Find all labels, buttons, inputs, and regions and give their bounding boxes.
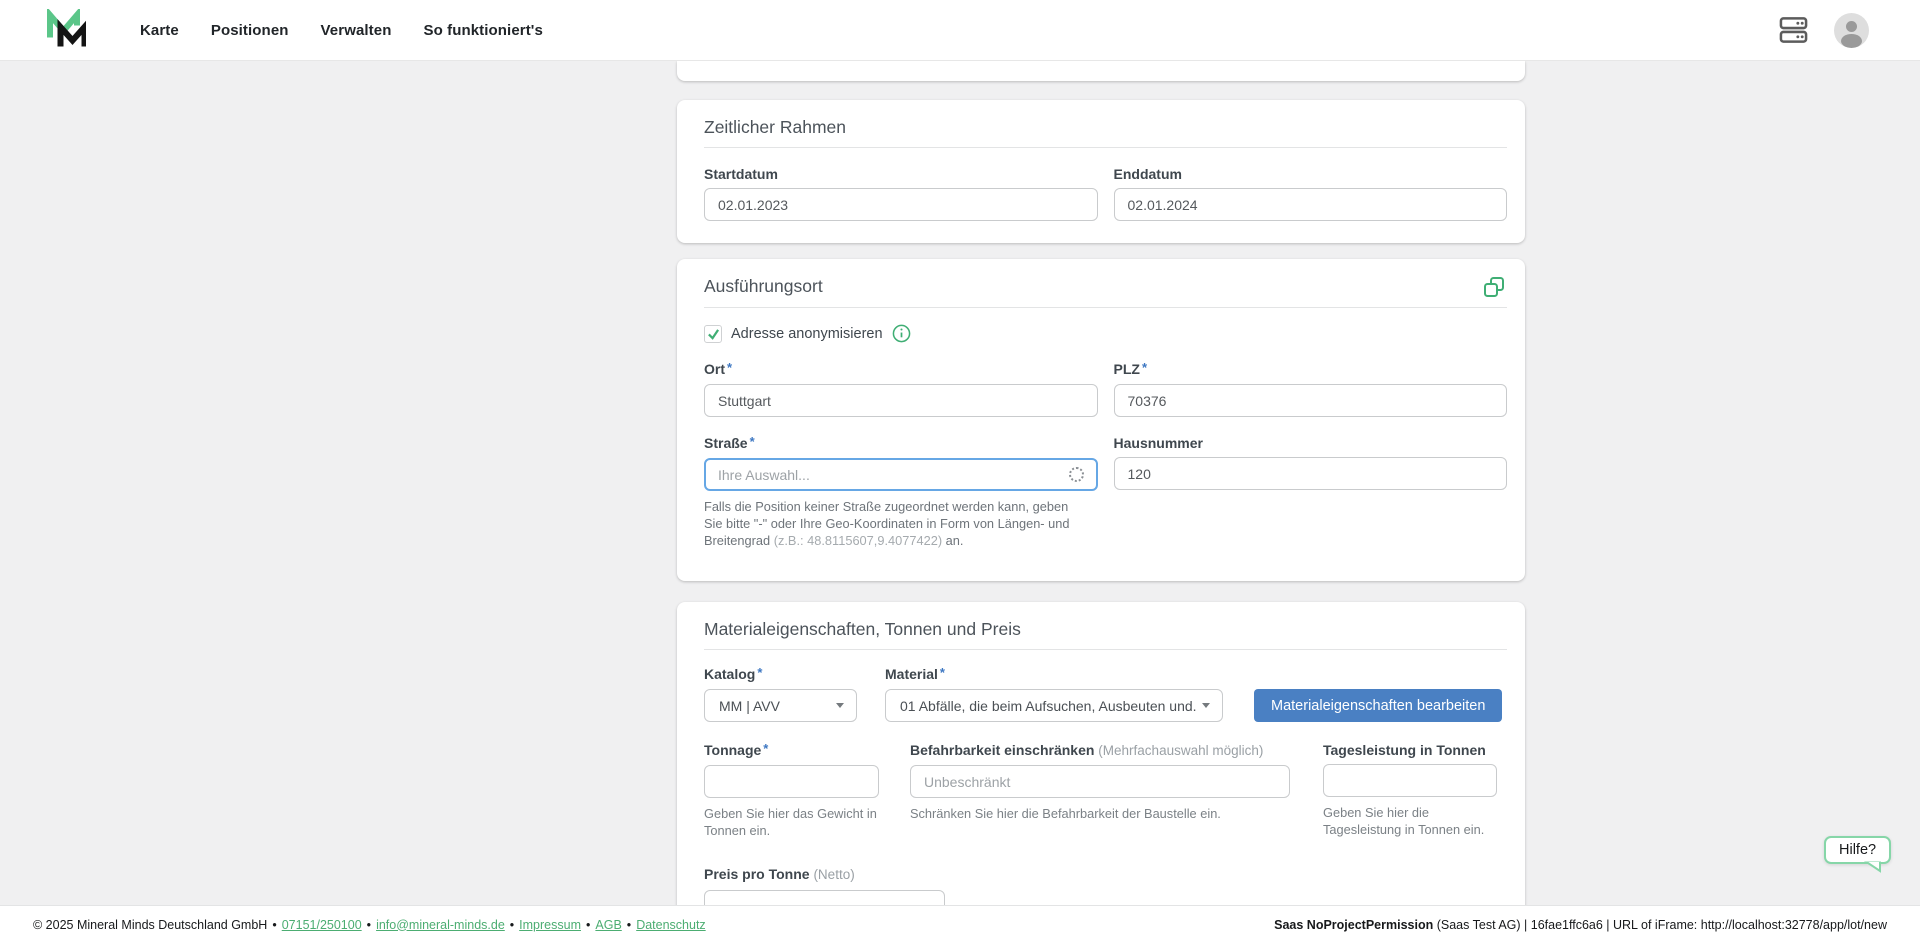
section-materialeigenschaften: Materialeigenschaften, Tonnen und Preis … (677, 602, 1525, 905)
footer-link-email[interactable]: info@mineral-minds.de (376, 918, 505, 932)
tagesleistung-label: Tagesleistung in Tonnen (1323, 741, 1497, 759)
loading-spinner-icon (1069, 467, 1084, 482)
katalog-select[interactable]: MM | AVV (704, 689, 857, 722)
hausnummer-input[interactable] (1114, 457, 1508, 490)
ort-label: Ort* (704, 360, 1098, 379)
enddatum-input[interactable] (1114, 188, 1508, 221)
mineral-minds-logo[interactable] (44, 9, 86, 51)
help-button[interactable]: Hilfe? (1824, 836, 1891, 864)
startdatum-input[interactable] (704, 188, 1098, 221)
nav-item-so-funktionierts[interactable]: So funktioniert's (423, 22, 542, 39)
anonymisieren-label: Adresse anonymisieren (731, 326, 883, 342)
section-ausfuehrungsort: Ausführungsort Adresse anonymisieren (677, 259, 1525, 581)
copyright-text: © 2025 Mineral Minds Deutschland GmbH (33, 918, 267, 932)
divider (704, 147, 1507, 148)
chevron-down-icon (1202, 703, 1210, 708)
plz-label: PLZ* (1114, 360, 1508, 379)
enddatum-label: Enddatum (1114, 165, 1508, 183)
tonnage-input[interactable] (704, 765, 879, 798)
strasse-input[interactable] (704, 458, 1098, 491)
environment-info: Saas NoProjectPermission (Saas Test AG) … (1274, 918, 1887, 932)
preis-label: Preis pro Tonne (Netto) (704, 865, 1507, 884)
top-navigation-bar: Karte Positionen Verwalten So funktionie… (0, 0, 1920, 61)
footer-link-phone[interactable]: 07151/250100 (282, 918, 362, 932)
footer: © 2025 Mineral Minds Deutschland GmbH • … (0, 905, 1920, 943)
strasse-label: Straße* (704, 434, 1098, 453)
befahrbarkeit-label: Befahrbarkeit einschränken (Mehrfachausw… (910, 741, 1290, 760)
checkmark-icon (707, 328, 720, 340)
ort-input[interactable] (704, 384, 1098, 417)
materialeigenschaften-bearbeiten-button[interactable]: Materialeigenschaften bearbeiten (1254, 689, 1502, 722)
plz-input[interactable] (1114, 384, 1508, 417)
material-label: Material* (885, 665, 1223, 684)
divider (704, 649, 1507, 650)
section-zeitlicher-rahmen: Zeitlicher Rahmen Startdatum Enddatum (677, 100, 1525, 243)
section-title: Zeitlicher Rahmen (704, 117, 1507, 138)
footer-link-agb[interactable]: AGB (595, 918, 621, 932)
user-avatar-icon[interactable] (1834, 13, 1869, 48)
help-bubble-tail (1864, 860, 1882, 873)
card-partial-top (677, 61, 1525, 81)
footer-link-datenschutz[interactable]: Datenschutz (636, 918, 705, 932)
nav-item-positionen[interactable]: Positionen (211, 22, 289, 39)
tagesleistung-input[interactable] (1323, 764, 1497, 797)
info-icon[interactable] (892, 324, 911, 343)
tonnage-label: Tonnage* (704, 741, 879, 760)
section-title: Ausführungsort (704, 276, 823, 297)
befahrbarkeit-helper-text: Schränken Sie hier die Befahrbarkeit der… (910, 805, 1290, 822)
befahrbarkeit-input[interactable] (910, 765, 1290, 798)
katalog-label: Katalog* (704, 665, 857, 684)
tonnage-helper-text: Geben Sie hier das Gewicht in Tonnen ein… (704, 805, 879, 839)
nav-item-verwalten[interactable]: Verwalten (321, 22, 392, 39)
main-nav: Karte Positionen Verwalten So funktionie… (140, 22, 543, 39)
startdatum-label: Startdatum (704, 165, 1098, 183)
server-icon[interactable] (1779, 16, 1808, 44)
copy-icon[interactable] (1483, 276, 1505, 298)
chevron-down-icon (836, 703, 844, 708)
nav-item-karte[interactable]: Karte (140, 22, 179, 39)
divider (704, 307, 1507, 308)
hausnummer-label: Hausnummer (1114, 434, 1508, 452)
anonymisieren-checkbox[interactable] (704, 325, 722, 343)
footer-link-impressum[interactable]: Impressum (519, 918, 581, 932)
material-select[interactable]: 01 Abfälle, die beim Aufsuchen, Ausbeute… (885, 689, 1223, 722)
preis-input[interactable] (704, 890, 945, 905)
section-title: Materialeigenschaften, Tonnen und Preis (704, 619, 1507, 640)
tagesleistung-helper-text: Geben Sie hier die Tagesleistung in Tonn… (1323, 804, 1497, 838)
strasse-helper-text: Falls die Position keiner Straße zugeord… (704, 498, 1082, 549)
page-content: Zeitlicher Rahmen Startdatum Enddatum Au… (0, 61, 1920, 905)
